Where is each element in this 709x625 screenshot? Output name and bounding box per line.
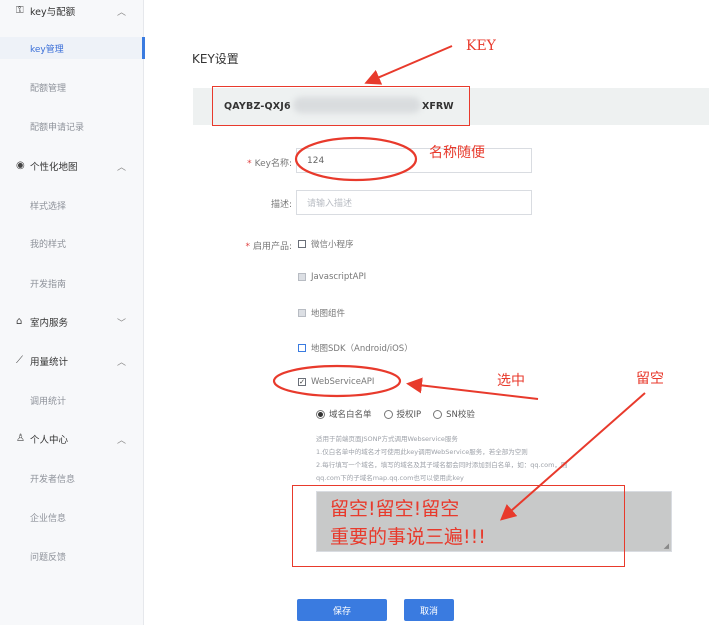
radio-dot [433, 409, 443, 419]
annotation-key-box [212, 86, 470, 126]
annotation-blank-note: 留空 [636, 371, 664, 387]
nav-group-label: 个性化地图 [30, 162, 78, 173]
products-label: * 启用产品: [245, 242, 292, 252]
cancel-button[interactable]: 取消 [404, 599, 454, 621]
nav-group-custom-map[interactable]: ◉ 个性化地图 ︿ [0, 155, 144, 177]
save-button[interactable]: 保存 [297, 599, 387, 621]
sidebar-item-call-stats[interactable]: 调用统计 [0, 389, 144, 411]
eye-icon: ◉ [16, 160, 25, 171]
sidebar-item-my-styles[interactable]: 我的样式 [0, 232, 144, 254]
product-webservice-api[interactable]: ✓ WebServiceAPI [298, 377, 374, 387]
nav-group-key-quota[interactable]: ⚿ key与配额 ︿ [0, 0, 144, 22]
annotation-name-note: 名称随便 [429, 145, 485, 161]
page-title: KEY设置 [192, 52, 239, 66]
nav-group-usage[interactable]: ⟋ 用量统计 ︿ [0, 350, 144, 372]
sidebar: ⚿ key与配额 ︿ key管理 配额管理 配额申请记录 ◉ 个性化地图 ︿ 样… [0, 0, 145, 625]
help-text-line: qq.com下的子域名map.qq.com也可以使用此key [316, 474, 464, 482]
auth-mode-radio-group: 域名白名单 授权IP SN校验 [316, 408, 487, 420]
sidebar-item-style-select[interactable]: 样式选择 [0, 194, 144, 216]
checkbox[interactable] [298, 240, 306, 248]
nav-group-personal[interactable]: ♙ 个人中心 ︿ [0, 428, 144, 450]
sidebar-item-quota-management[interactable]: 配额管理 [0, 76, 144, 98]
chevron-up-icon: ︿ [117, 162, 127, 173]
description-label: 描述: [270, 200, 292, 210]
nav-group-indoor[interactable]: ⌂ 室内服务 ﹀ [0, 311, 144, 333]
sidebar-item-dev-guide[interactable]: 开发指南 [0, 272, 144, 294]
annotation-arrow-key [364, 45, 453, 85]
nav-group-label: key与配额 [30, 7, 76, 18]
sidebar-item-developer-info[interactable]: 开发者信息 [0, 467, 144, 489]
nav-group-label: 个人中心 [30, 435, 69, 446]
chevron-up-icon: ︿ [117, 7, 127, 18]
nav-group-label: 用量统计 [30, 357, 69, 368]
key-name-input[interactable]: 124 [296, 148, 532, 173]
description-input[interactable]: 请输入描述 [296, 190, 532, 215]
resize-grip-icon[interactable]: ◢ [664, 542, 669, 550]
help-text-line: 适用于前端页面JSONP方式调用Webservice服务 [316, 435, 458, 443]
annotation-select-note: 选中 [497, 373, 525, 389]
radio-dot-selected [316, 409, 325, 419]
key-icon: ⚿ [16, 5, 24, 16]
sidebar-item-company-info[interactable]: 企业信息 [0, 506, 144, 528]
checkbox-disabled [298, 309, 306, 317]
radio-domain-whitelist[interactable]: 域名白名单 [316, 408, 372, 420]
sidebar-item-key-management[interactable]: key管理 [0, 37, 145, 59]
checkbox[interactable] [298, 344, 306, 352]
product-map-sdk[interactable]: 地图SDK（Android/iOS） [298, 342, 413, 354]
annotation-key-label: KEY [466, 38, 496, 54]
key-name-label: * Key名称: [247, 159, 292, 169]
chevron-up-icon: ︿ [117, 435, 127, 446]
help-text-line: 1.仅白名单中的域名才可使用此key调用WebService服务，若全部为空则 [316, 448, 528, 456]
checkbox-disabled [298, 273, 306, 281]
annotation-big-line2: 重要的事说三遍!!! [330, 526, 486, 548]
required-marker: * [247, 159, 252, 169]
user-icon: ♙ [16, 433, 25, 444]
required-marker: * [245, 242, 250, 252]
chevron-up-icon: ︿ [117, 357, 127, 368]
annotation-big-line1: 留空!留空!留空 [330, 498, 460, 520]
sidebar-item-feedback[interactable]: 问题反馈 [0, 545, 144, 567]
radio-dot [383, 409, 393, 419]
sidebar-item-quota-records[interactable]: 配额申请记录 [0, 115, 144, 137]
chart-icon: ⟋ [16, 355, 23, 366]
home-icon: ⌂ [16, 316, 23, 327]
help-text-line: 2.每行填写一个域名，填写的域名及其子域名都会同时添加到白名单，如：qq.com… [316, 461, 568, 469]
checkbox-checked[interactable]: ✓ [298, 378, 306, 386]
product-javascript-api[interactable]: JavascriptAPI [298, 272, 366, 282]
radio-authorized-ip[interactable]: 授权IP [383, 408, 421, 420]
product-wechat-mini-program[interactable]: 微信小程序 [298, 238, 354, 250]
chevron-down-icon: ﹀ [117, 318, 127, 329]
nav-group-label: 室内服务 [30, 318, 69, 329]
radio-sn-verify[interactable]: SN校验 [433, 408, 475, 420]
product-map-component[interactable]: 地图组件 [298, 307, 345, 319]
